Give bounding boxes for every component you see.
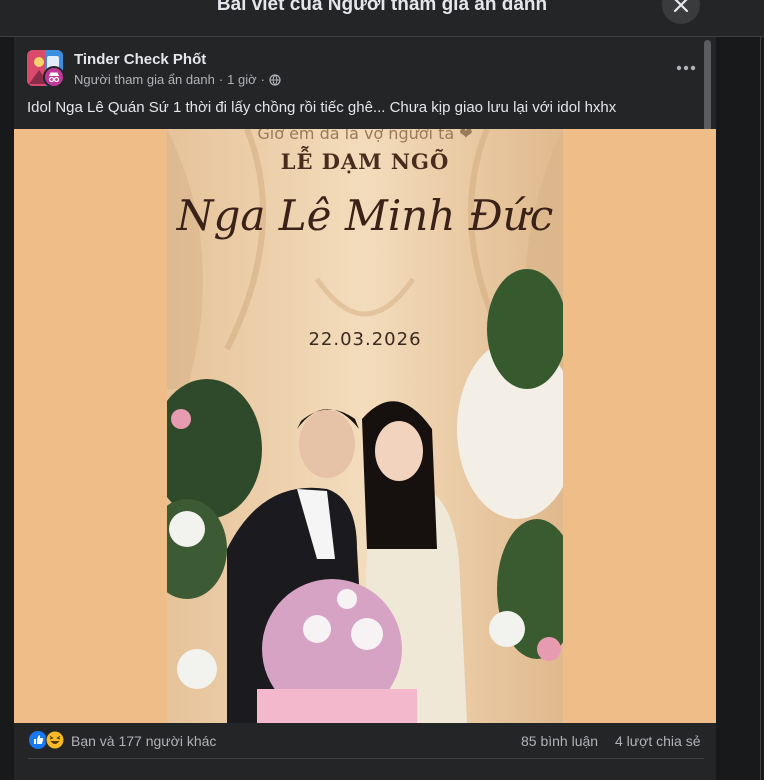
group-name-link[interactable]: Tinder Check Phốt <box>74 51 206 68</box>
avatar[interactable] <box>27 50 65 88</box>
reactions-summary[interactable]: Bạn và 177 người khác <box>71 733 216 749</box>
shares-count[interactable]: 4 lượt chia sẻ <box>615 733 700 749</box>
close-button[interactable] <box>662 0 700 24</box>
more-options-button[interactable] <box>674 56 698 80</box>
reaction-icons[interactable] <box>29 730 69 750</box>
photo-caption: Giờ em đã là vợ người ta ❤ <box>257 129 473 143</box>
post-text: Idol Nga Lê Quán Sứ 1 thời đi lấy chồng … <box>27 99 617 116</box>
modal-header: Bài viết của Người tham gia ẩn danh <box>0 0 764 37</box>
comments-count[interactable]: 85 bình luận <box>521 733 598 749</box>
page-backdrop-right <box>716 0 764 780</box>
author-name[interactable]: Người tham gia ẩn danh <box>74 72 215 87</box>
ceremony-date: 22.03.2026 <box>308 329 422 350</box>
post-time[interactable]: 1 giờ <box>227 72 257 87</box>
more-dots-icon <box>676 65 696 71</box>
close-icon <box>673 0 689 13</box>
meta-separator: · <box>260 72 265 87</box>
divider <box>28 758 704 759</box>
post-photo[interactable]: Giờ em đã là vợ người ta ❤ LỄ DẠM NGÕ Ng… <box>167 129 563 723</box>
ceremony-title: LỄ DẠM NGÕ <box>280 149 450 174</box>
post-meta: Người tham gia ẩn danh · 1 giờ · <box>74 72 281 87</box>
couple-names: Nga Lê Minh Đức <box>176 191 554 240</box>
like-icon <box>29 731 47 749</box>
divider <box>760 0 761 780</box>
haha-icon <box>45 730 65 750</box>
anonymous-member-icon <box>43 66 65 88</box>
modal-title: Bài viết của Người tham gia ẩn danh <box>216 0 548 15</box>
globe-icon <box>269 73 281 86</box>
meta-separator: · <box>218 72 224 87</box>
